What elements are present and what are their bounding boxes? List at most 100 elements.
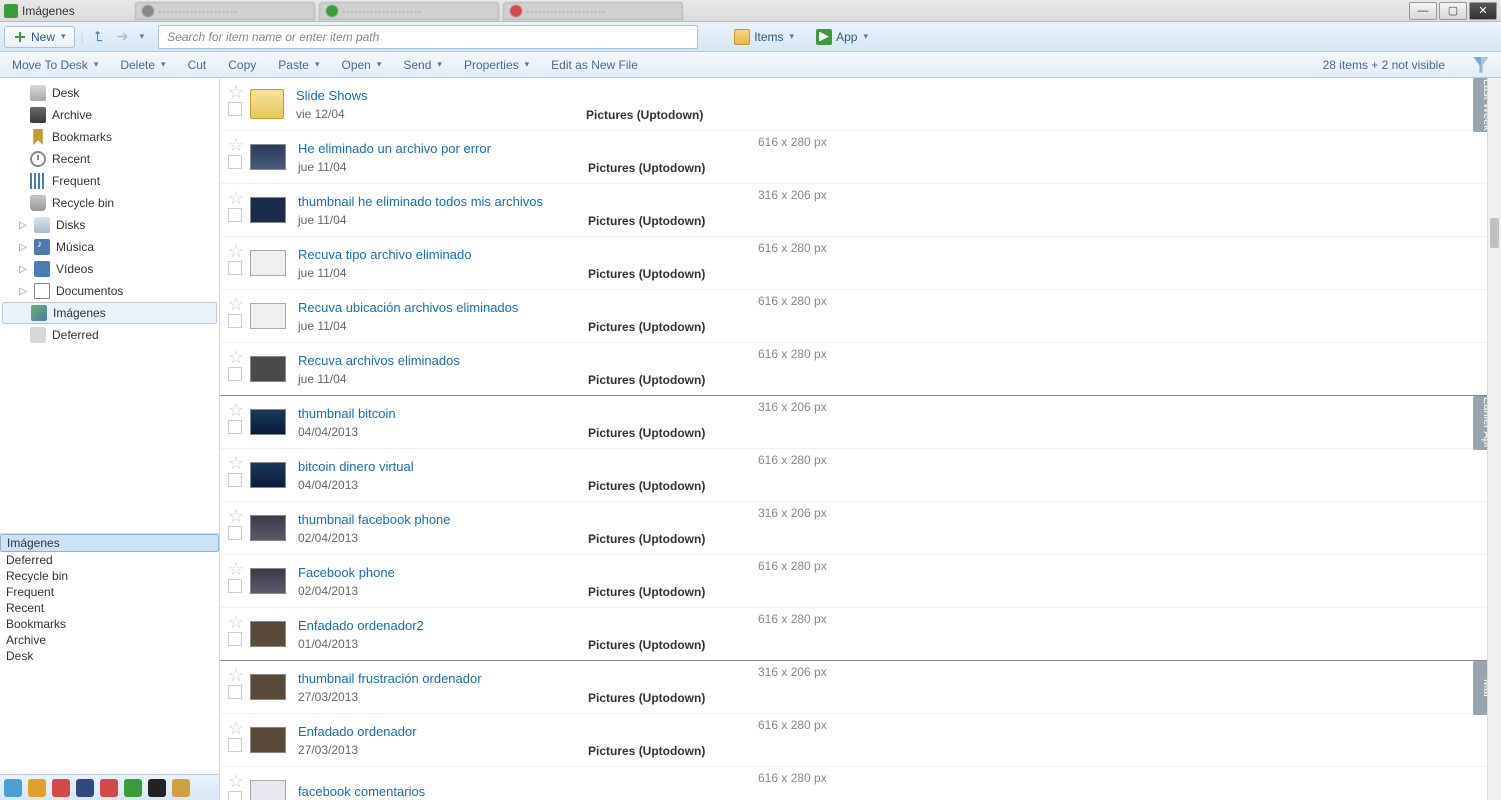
- history-item[interactable]: Archive: [0, 632, 219, 648]
- star-icon[interactable]: ☆: [226, 241, 246, 261]
- tree-item-desk[interactable]: Desk: [0, 82, 219, 104]
- list-item[interactable]: ☆ Slide Shows vie 12/04 Pictures (Uptodo…: [220, 78, 1501, 131]
- tree-item-disks[interactable]: ▷Disks: [0, 214, 219, 236]
- checkbox[interactable]: [228, 473, 242, 487]
- maximize-button[interactable]: ▢: [1439, 2, 1467, 20]
- tab-2[interactable]: ····················: [319, 2, 499, 20]
- tray-icon[interactable]: [76, 779, 94, 797]
- tray-icon[interactable]: [4, 779, 22, 797]
- list-item[interactable]: ☆ Recuva tipo archivo eliminado jue 11/0…: [220, 237, 1501, 290]
- checkbox[interactable]: [228, 367, 242, 381]
- star-icon[interactable]: ☆: [226, 82, 246, 102]
- star-icon[interactable]: ☆: [226, 665, 246, 685]
- tab-3[interactable]: ····················: [503, 2, 683, 20]
- checkbox[interactable]: [228, 738, 242, 752]
- star-icon[interactable]: ☆: [226, 771, 246, 791]
- copy-button[interactable]: Copy: [228, 58, 256, 72]
- checkbox[interactable]: [228, 155, 242, 169]
- history-item[interactable]: Deferred: [0, 552, 219, 568]
- star-icon[interactable]: ☆: [226, 188, 246, 208]
- tree-item-bookmarks[interactable]: Bookmarks: [0, 126, 219, 148]
- checkbox[interactable]: [228, 261, 242, 275]
- tree-item-musica[interactable]: ▷Música: [0, 236, 219, 258]
- edit-as-new-button[interactable]: Edit as New File: [551, 58, 638, 72]
- checkbox[interactable]: [228, 314, 242, 328]
- star-icon[interactable]: ☆: [226, 135, 246, 155]
- tree-item-videos[interactable]: ▷Vídeos: [0, 258, 219, 280]
- items-button[interactable]: Items ▾: [726, 26, 802, 48]
- list-item[interactable]: ☆ Facebook phone 02/04/2013 Pictures (Up…: [220, 555, 1501, 608]
- tray-icon[interactable]: [172, 779, 190, 797]
- new-button[interactable]: New ▾: [4, 26, 75, 48]
- list-item[interactable]: ☆ He eliminado un archivo por error jue …: [220, 131, 1501, 184]
- star-icon[interactable]: ☆: [226, 612, 246, 632]
- star-icon[interactable]: ☆: [226, 400, 246, 420]
- tree-item-recycle[interactable]: Recycle bin: [0, 192, 219, 214]
- tab-1[interactable]: ····················: [135, 2, 315, 20]
- close-button[interactable]: ✕: [1469, 2, 1497, 20]
- search-input[interactable]: Search for item name or enter item path: [158, 25, 698, 49]
- history-item[interactable]: Recycle bin: [0, 568, 219, 584]
- tree-item-archive[interactable]: Archive: [0, 104, 219, 126]
- checkbox[interactable]: [228, 102, 242, 116]
- tray-icon[interactable]: [28, 779, 46, 797]
- star-icon[interactable]: ☆: [226, 559, 246, 579]
- checkbox[interactable]: [228, 208, 242, 222]
- list-item[interactable]: ☆ facebook comentarios 616 x 280 px: [220, 767, 1501, 800]
- star-icon[interactable]: ☆: [226, 294, 246, 314]
- tree-item-imagenes[interactable]: Imágenes: [2, 302, 217, 324]
- history-item[interactable]: Frequent: [0, 584, 219, 600]
- star-icon[interactable]: ☆: [226, 718, 246, 738]
- tray-icon[interactable]: [100, 779, 118, 797]
- expand-icon[interactable]: ▷: [18, 220, 28, 231]
- minimize-button[interactable]: —: [1409, 2, 1437, 20]
- checkbox[interactable]: [228, 420, 242, 434]
- expand-icon[interactable]: ▷: [18, 242, 28, 253]
- star-icon[interactable]: ☆: [226, 506, 246, 526]
- tray-icon[interactable]: [52, 779, 70, 797]
- app-button[interactable]: App ▾: [808, 26, 876, 48]
- item-location: Pictures (Uptodown): [588, 161, 748, 175]
- tree-item-recent[interactable]: Recent: [0, 148, 219, 170]
- tray-icon[interactable]: [148, 779, 166, 797]
- open-button[interactable]: Open▾: [341, 58, 381, 72]
- list-item[interactable]: ☆ thumbnail frustración ordenador 27/03/…: [220, 661, 1501, 714]
- nav-back-button[interactable]: ⮤: [90, 28, 108, 46]
- list-item[interactable]: ☆ thumbnail bitcoin 04/04/2013 Pictures …: [220, 396, 1501, 449]
- scrollbar-thumb[interactable]: [1490, 218, 1499, 248]
- tree-item-documentos[interactable]: ▷Documentos: [0, 280, 219, 302]
- paste-button[interactable]: Paste▾: [278, 58, 319, 72]
- send-button[interactable]: Send▾: [403, 58, 442, 72]
- cut-button[interactable]: Cut: [188, 58, 207, 72]
- nav-forward-button[interactable]: ➔: [114, 28, 132, 46]
- list-item[interactable]: ☆ thumbnail facebook phone 02/04/2013 Pi…: [220, 502, 1501, 555]
- list-item[interactable]: ☆ Recuva ubicación archivos eliminados j…: [220, 290, 1501, 343]
- tree-item-deferred[interactable]: Deferred: [0, 324, 219, 346]
- properties-button[interactable]: Properties▾: [464, 58, 529, 72]
- list-item[interactable]: ☆ Enfadado ordenador2 01/04/2013 Picture…: [220, 608, 1501, 661]
- delete-button[interactable]: Delete▾: [120, 58, 165, 72]
- vertical-scrollbar[interactable]: [1487, 78, 1501, 800]
- checkbox[interactable]: [228, 632, 242, 646]
- list-item[interactable]: ☆ thumbnail he eliminado todos mis archi…: [220, 184, 1501, 237]
- tree-item-frequent[interactable]: Frequent: [0, 170, 219, 192]
- nav-history-dropdown[interactable]: ▾: [140, 31, 145, 42]
- checkbox[interactable]: [228, 526, 242, 540]
- history-item[interactable]: Bookmarks: [0, 616, 219, 632]
- history-item[interactable]: Imágenes: [0, 534, 219, 552]
- checkbox[interactable]: [228, 579, 242, 593]
- checkbox[interactable]: [228, 685, 242, 699]
- filter-icon[interactable]: [1473, 57, 1489, 73]
- expand-icon[interactable]: ▷: [18, 286, 28, 297]
- list-item[interactable]: ☆ bitcoin dinero virtual 04/04/2013 Pict…: [220, 449, 1501, 502]
- star-icon[interactable]: ☆: [226, 347, 246, 367]
- list-item[interactable]: ☆ Recuva archivos eliminados jue 11/04 P…: [220, 343, 1501, 396]
- tray-icon[interactable]: [124, 779, 142, 797]
- expand-icon[interactable]: ▷: [18, 264, 28, 275]
- checkbox[interactable]: [228, 791, 242, 800]
- history-item[interactable]: Desk: [0, 648, 219, 664]
- list-item[interactable]: ☆ Enfadado ordenador 27/03/2013 Pictures…: [220, 714, 1501, 767]
- history-item[interactable]: Recent: [0, 600, 219, 616]
- move-to-desk-button[interactable]: Move To Desk▾: [12, 58, 98, 72]
- star-icon[interactable]: ☆: [226, 453, 246, 473]
